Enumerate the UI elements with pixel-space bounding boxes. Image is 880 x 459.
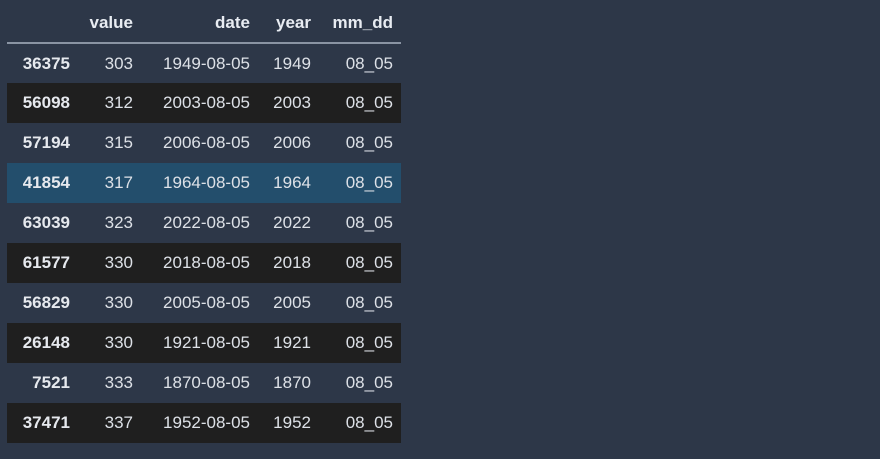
row-index: 56829 <box>22 293 70 312</box>
cell-mm-dd: 08_05 <box>345 213 393 232</box>
cell-value: 323 <box>104 213 133 232</box>
column-header-date: date <box>141 4 258 44</box>
table-row: 63039 323 2022-08-05 2022 08_05 <box>7 203 401 243</box>
row-index: 7521 <box>32 373 70 392</box>
cell-year: 1964 <box>273 173 311 192</box>
cell-value: 333 <box>104 373 133 392</box>
cell-date: 1949-08-05 <box>163 53 250 73</box>
row-index: 36375 <box>22 53 70 73</box>
cell-year: 1870 <box>273 373 311 392</box>
cell-mm-dd: 08_05 <box>345 133 393 152</box>
row-index: 37471 <box>22 413 70 432</box>
cell-year: 1949 <box>273 53 311 73</box>
row-index: 57194 <box>22 133 70 152</box>
column-header-value: value <box>78 4 141 44</box>
cell-value: 303 <box>104 53 133 73</box>
row-index: 56098 <box>22 93 70 112</box>
table-body: 36375 303 1949-08-05 1949 08_05 56098 31… <box>7 43 401 443</box>
row-index: 61577 <box>22 253 70 272</box>
cell-year: 2003 <box>273 93 311 112</box>
row-index: 26148 <box>22 333 70 352</box>
cell-year: 2022 <box>273 213 311 232</box>
cell-date: 1952-08-05 <box>163 413 250 432</box>
cell-mm-dd: 08_05 <box>345 413 393 432</box>
cell-mm-dd: 08_05 <box>345 173 393 192</box>
cell-year: 1921 <box>273 333 311 352</box>
cell-year: 2005 <box>273 293 311 312</box>
table-row: 57194 315 2006-08-05 2006 08_05 <box>7 123 401 163</box>
cell-date: 1921-08-05 <box>163 333 250 352</box>
column-header-mm-dd: mm_dd <box>319 4 401 44</box>
table-row-hovered: 41854 317 1964-08-05 1964 08_05 <box>7 163 401 203</box>
table-row: 56829 330 2005-08-05 2005 08_05 <box>7 283 401 323</box>
index-header <box>7 4 78 44</box>
cell-date: 2005-08-05 <box>163 293 250 312</box>
cell-year: 1952 <box>273 413 311 432</box>
cell-year: 2018 <box>273 253 311 272</box>
cell-value: 330 <box>104 293 133 312</box>
cell-date: 2022-08-05 <box>163 213 250 232</box>
cell-mm-dd: 08_05 <box>345 93 393 112</box>
table-row: 61577 330 2018-08-05 2018 08_05 <box>7 243 401 283</box>
cell-mm-dd: 08_05 <box>345 333 393 352</box>
cell-date: 2006-08-05 <box>163 133 250 152</box>
cell-date: 2003-08-05 <box>163 93 250 112</box>
column-header-year: year <box>258 4 319 44</box>
table-row: 7521 333 1870-08-05 1870 08_05 <box>7 363 401 403</box>
table-row: 37471 337 1952-08-05 1952 08_05 <box>7 403 401 443</box>
cell-mm-dd: 08_05 <box>345 293 393 312</box>
table-row: 56098 312 2003-08-05 2003 08_05 <box>7 83 401 123</box>
cell-value: 312 <box>104 93 133 112</box>
cell-value: 315 <box>104 133 133 152</box>
cell-value: 330 <box>104 253 133 272</box>
row-index: 63039 <box>22 213 70 232</box>
cell-mm-dd: 08_05 <box>345 253 393 272</box>
cell-mm-dd: 08_05 <box>345 53 393 73</box>
cell-date: 2018-08-05 <box>163 253 250 272</box>
cell-date: 1964-08-05 <box>163 173 250 192</box>
dataframe-output: value date year mm_dd 36375 303 1949-08-… <box>7 4 401 443</box>
cell-mm-dd: 08_05 <box>345 373 393 392</box>
dataframe-table: value date year mm_dd 36375 303 1949-08-… <box>7 4 401 443</box>
cell-date: 1870-08-05 <box>163 373 250 392</box>
row-index: 41854 <box>22 173 70 192</box>
table-row: 36375 303 1949-08-05 1949 08_05 <box>7 43 401 83</box>
table-row: 26148 330 1921-08-05 1921 08_05 <box>7 323 401 363</box>
cell-value: 337 <box>104 413 133 432</box>
table-header: value date year mm_dd <box>7 4 401 44</box>
cell-year: 2006 <box>273 133 311 152</box>
cell-value: 330 <box>104 333 133 352</box>
cell-value: 317 <box>104 173 133 192</box>
header-row: value date year mm_dd <box>7 4 401 44</box>
